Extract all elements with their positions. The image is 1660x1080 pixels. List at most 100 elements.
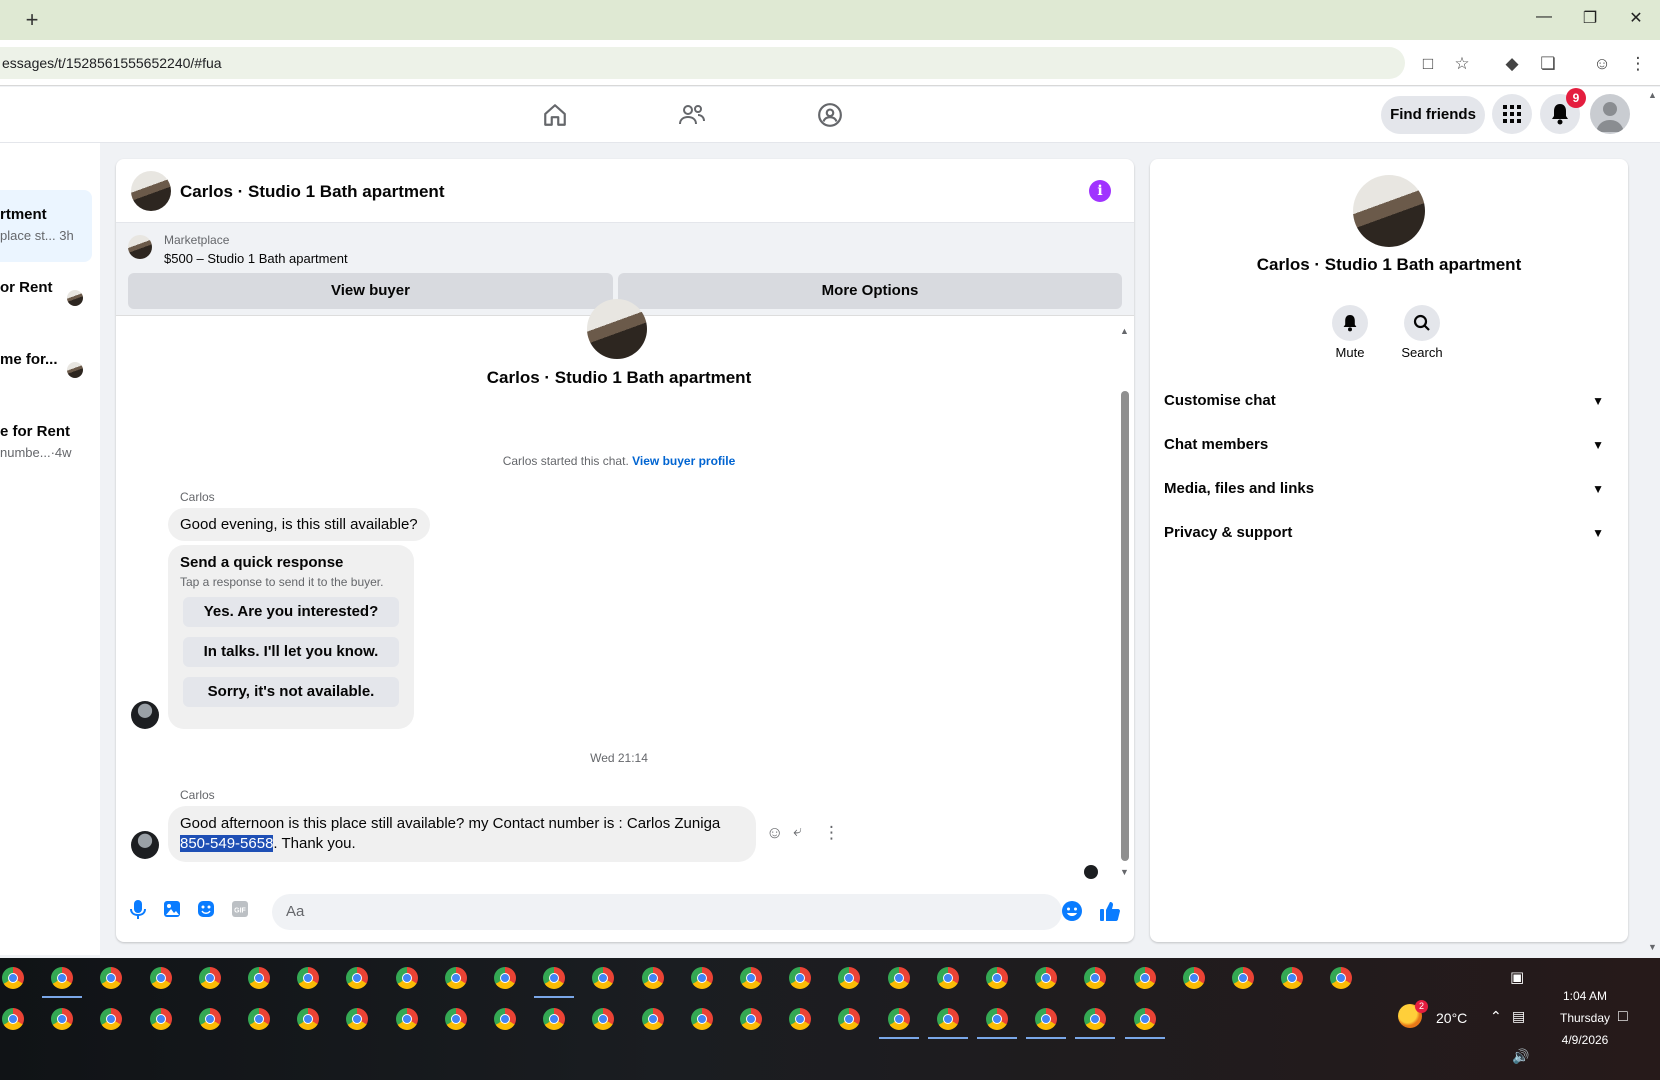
chrome-taskbar-icon[interactable] — [740, 967, 762, 989]
page-scroll-up-icon[interactable]: ▲ — [1648, 90, 1657, 100]
minimize-icon[interactable]: — — [1532, 8, 1556, 26]
chrome-taskbar-icon[interactable] — [690, 1008, 713, 1030]
close-icon[interactable]: ✕ — [1624, 8, 1648, 28]
chrome-taskbar-icon[interactable] — [887, 1008, 910, 1030]
photo-icon[interactable] — [160, 900, 184, 924]
thumbs-up-icon[interactable] — [1098, 900, 1122, 924]
chrome-taskbar-icon[interactable] — [936, 1008, 959, 1030]
chrome-taskbar-icon[interactable] — [395, 967, 418, 989]
bookmark-star-icon[interactable]: ☆ — [1450, 52, 1474, 76]
clock-time[interactable]: 1:04 AM — [1544, 989, 1626, 1003]
browser-menu-icon[interactable]: ⋮ — [1626, 52, 1650, 76]
quick-response-in-talks[interactable]: In talks. I'll let you know. — [183, 637, 399, 667]
more-actions-icon[interactable]: ⋮ — [823, 823, 840, 843]
message-bubble[interactable]: Good evening, is this still available? — [168, 508, 430, 541]
chrome-taskbar-icon[interactable] — [2, 967, 24, 989]
install-app-icon[interactable]: □ — [1416, 52, 1440, 76]
privacy-support-section[interactable]: Privacy & support ▼ — [1164, 513, 1614, 553]
clock-day[interactable]: Thursday — [1544, 1011, 1626, 1025]
search-button[interactable] — [1404, 305, 1440, 341]
friends-icon[interactable] — [670, 95, 714, 135]
media-files-links-section[interactable]: Media, files and links ▼ — [1164, 469, 1614, 509]
react-emoji-icon[interactable]: ☺ — [766, 823, 783, 843]
restore-icon[interactable]: ❐ — [1578, 8, 1602, 28]
chrome-taskbar-icon[interactable] — [198, 1008, 221, 1030]
mute-button[interactable] — [1332, 305, 1368, 341]
chevron-up-icon[interactable]: ⌃ — [1490, 1008, 1502, 1025]
home-icon[interactable] — [533, 95, 577, 135]
scroll-up-arrow-icon[interactable]: ▲ — [1120, 326, 1129, 336]
listing-title[interactable]: $500 – Studio 1 Bath apartment — [164, 251, 348, 266]
conversation-title[interactable]: or Rent — [0, 279, 60, 296]
sender-avatar[interactable] — [131, 831, 159, 859]
extension-icon[interactable]: ◆ — [1500, 52, 1524, 76]
reply-icon[interactable]: ⤶ — [793, 823, 802, 841]
chat-title[interactable]: Carlos · Studio 1 Bath apartment — [180, 182, 444, 202]
chrome-taskbar-icon[interactable] — [641, 1008, 664, 1030]
chrome-taskbar-icon[interactable] — [149, 1008, 172, 1030]
profile-icon[interactable]: ☺ — [1590, 52, 1614, 76]
new-tab-button[interactable]: + — [16, 6, 48, 34]
speaker-icon[interactable]: 🔊 — [1512, 1048, 1529, 1065]
view-buyer-button[interactable]: View buyer — [128, 273, 613, 309]
chrome-taskbar-icon[interactable] — [690, 967, 713, 989]
more-options-button[interactable]: More Options — [618, 273, 1122, 309]
chrome-taskbar-icon[interactable] — [986, 1008, 1008, 1030]
chrome-taskbar-icon[interactable] — [986, 967, 1008, 989]
action-center-icon[interactable]: □ — [1618, 1008, 1628, 1026]
apps-grid-icon[interactable] — [1492, 94, 1532, 134]
chrome-taskbar-icon[interactable] — [1182, 967, 1205, 989]
notification-badge: 9 — [1566, 88, 1586, 108]
scroll-down-arrow-icon[interactable]: ▼ — [1120, 867, 1129, 877]
chrome-taskbar-icon[interactable] — [740, 1008, 762, 1030]
conversation-title[interactable]: e for Rent — [0, 423, 70, 440]
account-avatar[interactable] — [1590, 94, 1630, 134]
weather-temp[interactable]: 20°C — [1436, 1010, 1467, 1026]
chrome-taskbar-icon[interactable] — [1133, 1008, 1156, 1030]
find-friends-button[interactable]: Find friends — [1381, 96, 1485, 134]
chrome-taskbar-icon[interactable] — [395, 1008, 418, 1030]
sender-avatar[interactable] — [131, 701, 159, 729]
quick-response-not-available[interactable]: Sorry, it's not available. — [183, 677, 399, 707]
chrome-taskbar-icon[interactable] — [198, 967, 221, 989]
message-input[interactable]: Aa — [272, 894, 1062, 930]
customise-chat-section[interactable]: Customise chat ▼ — [1164, 381, 1614, 421]
chrome-taskbar-icon[interactable] — [641, 967, 664, 989]
chat-avatar[interactable] — [131, 171, 171, 211]
chrome-taskbar-icon[interactable] — [248, 1008, 270, 1030]
sticker-icon[interactable] — [194, 900, 218, 924]
chrome-taskbar-icon[interactable] — [494, 1008, 516, 1030]
network-icon[interactable]: ▤ — [1512, 1008, 1525, 1025]
emoji-icon[interactable] — [1060, 900, 1084, 924]
chat-members-section[interactable]: Chat members ▼ — [1164, 425, 1614, 465]
quick-response-yes[interactable]: Yes. Are you interested? — [183, 597, 399, 627]
chrome-taskbar-icon[interactable] — [494, 967, 516, 989]
chrome-taskbar-icon[interactable] — [1133, 967, 1156, 989]
highlighted-phone-number[interactable]: 850-549-5658 — [180, 835, 274, 852]
page-scroll-down-icon[interactable]: ▼ — [1648, 942, 1657, 952]
info-icon[interactable]: i — [1089, 180, 1111, 202]
microphone-icon[interactable] — [126, 900, 150, 924]
chrome-taskbar-icon[interactable] — [149, 967, 172, 989]
chrome-taskbar-icon[interactable] — [936, 967, 959, 989]
taskbar-active-indicator — [42, 996, 83, 998]
puzzle-icon[interactable]: ❏ — [1536, 52, 1560, 76]
clock-date[interactable]: 4/9/2026 — [1544, 1033, 1626, 1047]
meet-now-icon[interactable]: ▣ — [1510, 968, 1524, 986]
message-bubble[interactable]: Good afternoon is this place still avail… — [168, 806, 756, 862]
svg-text:GIF: GIF — [234, 908, 246, 915]
chrome-taskbar-icon[interactable] — [444, 1008, 467, 1030]
scrollbar-thumb[interactable] — [1121, 391, 1129, 861]
chrome-taskbar-icon[interactable] — [1232, 967, 1254, 989]
conversation-item-active[interactable] — [0, 190, 92, 262]
groups-icon[interactable] — [808, 95, 852, 135]
address-bar[interactable]: essages/t/1528561555652240/#fua — [0, 47, 1405, 79]
gif-icon[interactable]: GIF — [228, 900, 252, 924]
chrome-taskbar-icon[interactable] — [248, 967, 270, 989]
chrome-taskbar-icon[interactable] — [444, 967, 467, 989]
details-avatar[interactable] — [1353, 175, 1425, 247]
view-buyer-profile-link[interactable]: View buyer profile — [632, 454, 735, 468]
chrome-taskbar-icon[interactable] — [887, 967, 910, 989]
chrome-taskbar-icon[interactable] — [2, 1008, 24, 1030]
conversation-title[interactable]: me for... — [0, 351, 60, 368]
